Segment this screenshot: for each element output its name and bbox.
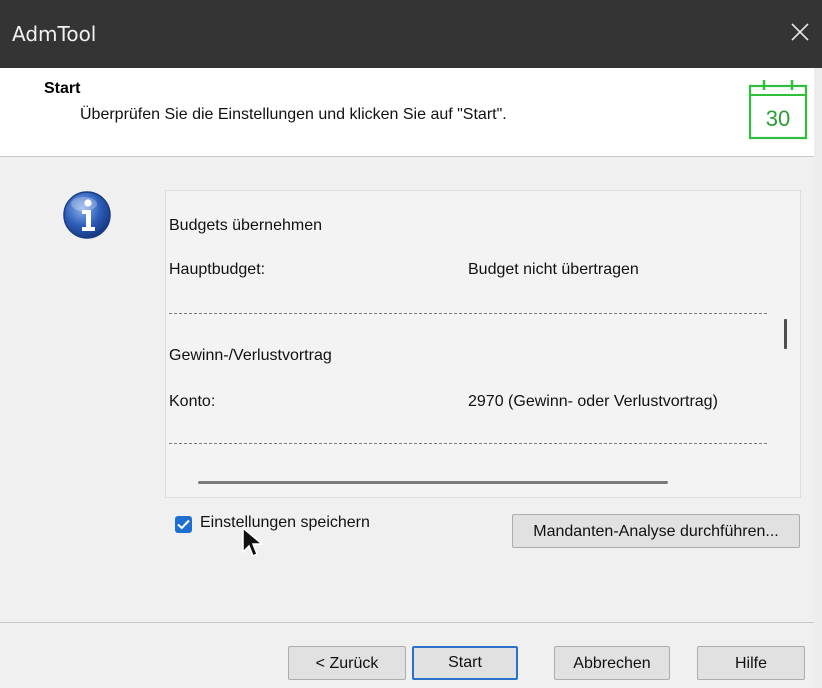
page-title: Start <box>44 80 81 97</box>
save-settings-label: Einstellungen speichern <box>200 514 370 531</box>
cancel-button[interactable]: Abbrechen <box>554 646 670 680</box>
vertical-scrollbar-thumb[interactable] <box>784 319 787 349</box>
save-settings-checkbox[interactable] <box>175 516 192 533</box>
wizard-header: Start Überprüfen Sie die Einstellungen u… <box>0 68 822 157</box>
help-button[interactable]: Hilfe <box>697 646 805 680</box>
footer-divider <box>0 622 822 623</box>
section-divider <box>169 443 767 444</box>
calendar-icon: 30 <box>748 80 808 140</box>
back-button[interactable]: < Zurück <box>288 646 406 680</box>
horizontal-scrollbar-thumb[interactable] <box>198 481 668 484</box>
window-title: AdmTool <box>12 22 97 46</box>
section-divider <box>169 313 767 314</box>
analysis-button[interactable]: Mandanten-Analyse durchführen... <box>512 514 800 548</box>
calendar-day: 30 <box>766 106 790 131</box>
title-bar: AdmTool <box>0 0 822 68</box>
checkmark-icon <box>177 519 190 530</box>
close-icon <box>791 23 809 41</box>
page-subtitle: Überprüfen Sie die Einstellungen und kli… <box>80 106 507 123</box>
value-konto: 2970 (Gewinn- oder Verlustvortrag) <box>468 393 718 410</box>
summary-panel[interactable]: Budgets übernehmen Hauptbudget: Budget n… <box>165 190 801 498</box>
window-edge <box>814 68 822 688</box>
value-hauptbudget: Budget nicht übertragen <box>468 261 639 278</box>
label-hauptbudget: Hauptbudget: <box>169 261 266 278</box>
section-title-budgets: Budgets übernehmen <box>169 217 322 234</box>
start-button[interactable]: Start <box>412 646 518 680</box>
close-button[interactable] <box>782 14 818 50</box>
info-icon <box>63 191 111 239</box>
section-title-gewinn: Gewinn-/Verlustvortrag <box>169 347 332 364</box>
label-konto: Konto: <box>169 393 216 410</box>
